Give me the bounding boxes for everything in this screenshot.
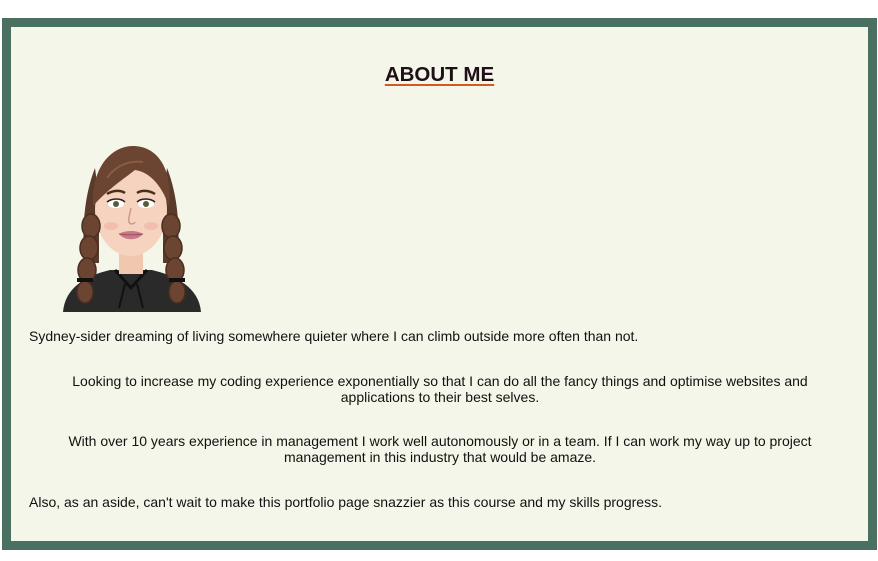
intro-paragraph: Sydney-sider dreaming of living somewher… <box>29 328 639 344</box>
aside-paragraph: Also, as an aside, can't wait to make th… <box>29 494 662 510</box>
coding-paragraph: Looking to increase my coding experience… <box>72 373 808 405</box>
avatar-icon <box>63 146 201 312</box>
about-me-card: ABOUT ME Sydney-sider dreaming of living… <box>2 18 877 550</box>
page-title: ABOUT ME <box>384 63 495 86</box>
experience-paragraph: With over 10 years experience in managem… <box>68 433 812 465</box>
